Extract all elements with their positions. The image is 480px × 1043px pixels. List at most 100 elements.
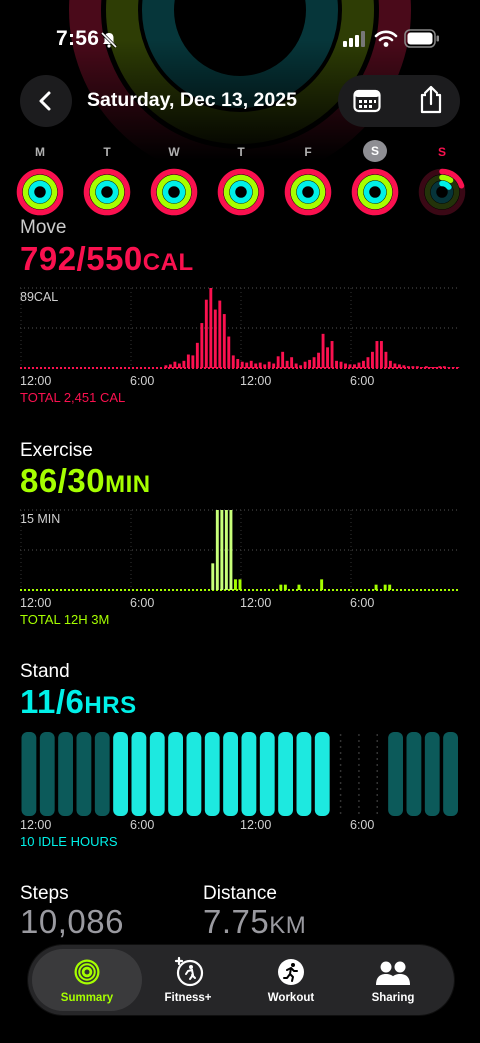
chart-bar (312, 357, 316, 368)
stand-hour-bar (296, 732, 312, 816)
axis-tick-label: 6:00 (350, 374, 375, 388)
chart-bar (240, 361, 244, 368)
chart-bar (290, 357, 294, 368)
stand-hour-bar (168, 732, 183, 816)
stand-hour-bar (241, 732, 257, 816)
page-title: Saturday, Dec 13, 2025 (87, 89, 297, 111)
move-total: TOTAL 2,451 CAL (20, 390, 126, 405)
axis-tick-label: 6:00 (130, 818, 155, 832)
distance-value: 7.75KM (203, 903, 307, 940)
chart-bar (366, 357, 370, 368)
chart-bar (348, 364, 352, 368)
week-day-label: M (35, 145, 45, 159)
header-actions (338, 75, 460, 127)
chart-bar (388, 584, 392, 590)
tab-fitness-label: Fitness+ (164, 992, 212, 1004)
chart-bar (383, 584, 387, 590)
chart-bar (215, 510, 219, 590)
axis-tick-label: 12:00 (240, 596, 272, 610)
chart-bar (195, 342, 199, 368)
stand-hour-bar (39, 732, 55, 816)
chart-bar (263, 364, 267, 368)
stand-hour-bar (406, 732, 422, 816)
tab-fitness-plus[interactable]: Fitness+ (138, 955, 238, 1011)
chart-bar (245, 362, 249, 368)
week-day-label: T (237, 145, 245, 159)
week-day-label: F (304, 145, 312, 159)
week-day-rings[interactable] (350, 167, 400, 217)
chart-bar (276, 356, 280, 368)
stand-hour-bar (278, 732, 293, 816)
week-day-label: S (437, 145, 446, 159)
stand-hour-bar (58, 732, 73, 816)
silent-bell-icon (100, 31, 118, 49)
week-day-rings[interactable] (149, 167, 199, 217)
tab-summary[interactable]: Summary (37, 955, 137, 1011)
chart-bar (308, 359, 312, 368)
move-value: 792/550CAL (20, 240, 194, 277)
chart-bar (429, 367, 433, 368)
chart-bar (191, 355, 195, 368)
cellular-signal-icon (343, 31, 365, 47)
axis-tick-label: 12:00 (20, 374, 52, 388)
stand-hour-bar (204, 732, 220, 816)
calendar-icon[interactable] (353, 89, 381, 113)
move-chart (20, 287, 460, 369)
stand-hour-bar (76, 732, 92, 816)
chart-bar (213, 309, 217, 368)
stand-hour-bar (113, 732, 128, 816)
chart-bar (164, 365, 168, 368)
stand-hour-bar (388, 732, 403, 816)
stand-hour-bar (443, 732, 458, 816)
back-button[interactable] (20, 75, 72, 127)
chart-bar (218, 300, 222, 368)
status-bar: 7:56 (0, 0, 480, 70)
tab-sharing[interactable]: Sharing (343, 955, 443, 1011)
week-day-rings[interactable] (417, 167, 467, 217)
chart-bar (297, 584, 301, 590)
battery-icon (404, 29, 439, 48)
exercise-total: TOTAL 12H 3M (20, 612, 110, 627)
axis-tick-label: 12:00 (20, 818, 52, 832)
stand-hour-bar (186, 732, 202, 816)
chart-bar (397, 364, 401, 368)
axis-tick-label: 12:00 (20, 596, 52, 610)
chart-bar (388, 360, 392, 368)
stand-hour-bar (259, 732, 275, 816)
week-day-label: T (103, 145, 111, 159)
share-icon[interactable] (418, 85, 444, 115)
week-day-rings[interactable] (82, 167, 132, 217)
stand-hour-bar (424, 732, 440, 816)
stand-hour-bar (223, 732, 238, 816)
chart-bar (402, 365, 406, 368)
chart-bar (442, 366, 446, 368)
chart-bar (211, 563, 215, 590)
tab-workout[interactable]: Workout (241, 955, 341, 1011)
move-title: Move (20, 217, 67, 238)
distance-label: Distance (203, 883, 277, 904)
chart-bar (233, 579, 237, 590)
chart-bar (209, 288, 213, 368)
week-day-rings[interactable] (283, 167, 333, 217)
stand-chart (21, 732, 458, 816)
summary-rings-icon (74, 959, 100, 985)
chart-bar (375, 341, 379, 368)
chart-bar (335, 360, 338, 368)
chart-bar (272, 363, 276, 368)
stand-value: 11/6HRS (20, 683, 137, 720)
chart-bar (281, 351, 285, 368)
week-day-rings[interactable] (15, 167, 65, 217)
chart-bar (326, 347, 329, 368)
fitness-plus-icon (174, 956, 204, 987)
exercise-chart (20, 509, 460, 591)
sharing-people-icon (376, 961, 410, 985)
chart-bar (231, 355, 235, 368)
chart-bar (294, 363, 298, 368)
stand-hour-bar (314, 732, 330, 816)
chart-bar (456, 367, 460, 368)
chart-bar (249, 360, 253, 368)
stand-hour-bar (21, 732, 37, 816)
chart-bar (182, 360, 186, 368)
week-day-rings[interactable] (216, 167, 266, 217)
chart-bar (303, 361, 307, 368)
